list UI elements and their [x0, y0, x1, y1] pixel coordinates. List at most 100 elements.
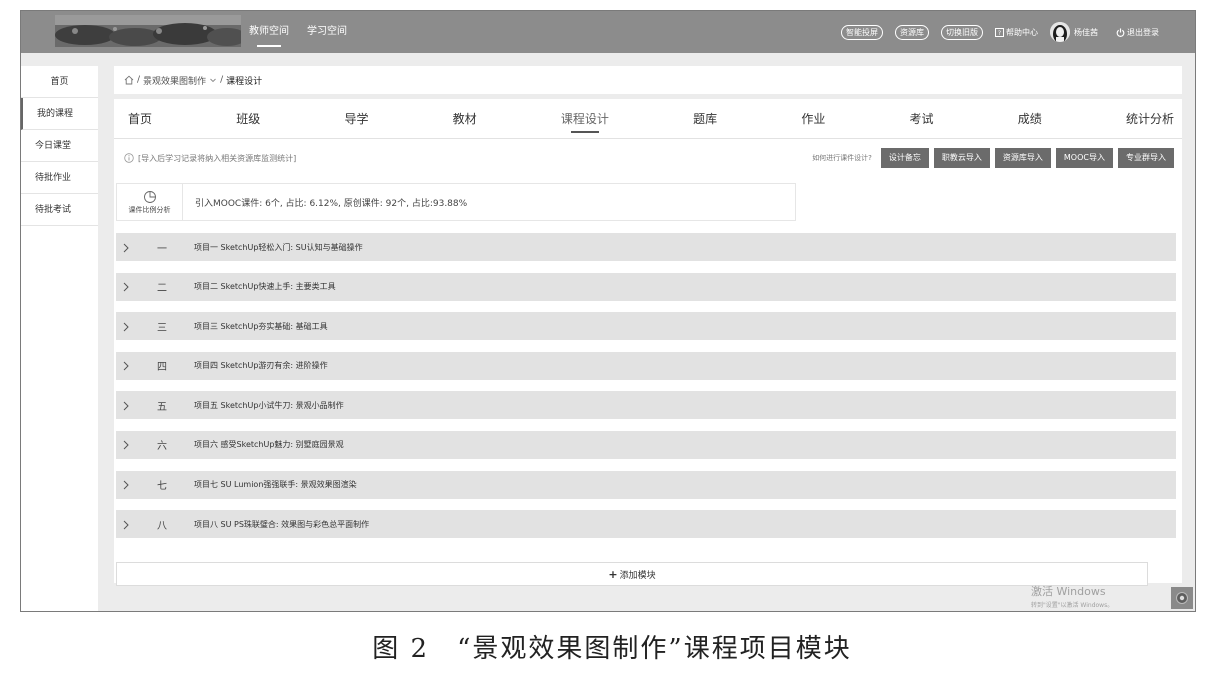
module-number: 一 [157, 243, 167, 255]
chevron-right-icon[interactable] [116, 317, 136, 336]
sidebar-item-today-class[interactable]: 今日课堂 [21, 130, 98, 162]
tab-exam[interactable]: 考试 [910, 99, 934, 139]
tab-guide[interactable]: 导学 [344, 99, 368, 139]
tab-homework[interactable]: 作业 [801, 99, 825, 139]
mooc-import-button[interactable]: MOOC导入 [1055, 148, 1113, 168]
topnav-learning-space[interactable]: 学习空间 [307, 11, 347, 53]
sidebar-item-pending-exams[interactable]: 待批考试 [21, 194, 98, 226]
how-to-design-link[interactable]: 如何进行课件设计? [812, 153, 872, 163]
chevron-right-icon[interactable] [116, 356, 136, 375]
tab-class[interactable]: 班级 [236, 99, 260, 139]
user-name[interactable]: 杨佳茜 [1074, 27, 1098, 38]
module-row[interactable]: 六 项目六 感受SketchUp魅力: 别墅庭园景观 [116, 430, 1176, 459]
module-number: 三 [157, 322, 167, 334]
import-actions: 如何进行课件设计? 设计备忘 职教云导入 资源库导入 MOOC导入 专业群导入 [812, 148, 1174, 168]
tab-textbook[interactable]: 教材 [453, 99, 477, 139]
chevron-right-icon[interactable] [116, 396, 136, 415]
module-number: 五 [157, 401, 167, 413]
watermark-line2: 转到"设置"以激活 Windows。 [1031, 602, 1114, 609]
module-title: 项目八 SU PS珠联璧合: 效果图与彩色总平面制作 [194, 519, 370, 529]
watermark-line1: 激活 Windows [1031, 585, 1106, 598]
tab-question-bank[interactable]: 题库 [693, 99, 717, 139]
help-center-label: 帮助中心 [1006, 27, 1038, 37]
courseware-ratio-panel: 课件比例分析 引入MOOC课件: 6个, 占比: 6.12%, 原创课件: 92… [116, 183, 796, 221]
tab-statistics[interactable]: 统计分析 [1126, 99, 1174, 139]
sidebar-item-home[interactable]: 首页 [21, 66, 98, 98]
breadcrumb-separator: / [220, 75, 224, 85]
module-title: 项目一 SketchUp轻松入门: SU认知与基础操作 [194, 242, 363, 252]
figure-caption: 图 2 “景观效果图制作”课程项目模块 [372, 634, 852, 664]
design-memo-button[interactable]: 设计备忘 [880, 148, 929, 168]
avatar[interactable] [1050, 22, 1070, 42]
tab-home[interactable]: 首页 [128, 99, 152, 139]
smart-cast-button[interactable]: 智能投屏 [841, 24, 883, 40]
power-icon [1116, 27, 1125, 37]
module-title: 项目二 SketchUp快速上手: 主要类工具 [194, 282, 336, 292]
chevron-right-icon[interactable] [116, 515, 136, 534]
breadcrumb-current: 课程设计 [226, 76, 263, 87]
add-module-label: 添加模块 [619, 570, 656, 581]
switch-old-version-button[interactable]: 切换旧版 [941, 24, 983, 40]
ratio-analysis-button[interactable]: 课件比例分析 [117, 184, 183, 220]
sidebar: 首页 我的课程 今日课堂 待批作业 待批考试 [21, 66, 98, 611]
logout-button[interactable]: 退出登录 [1116, 27, 1159, 38]
module-row[interactable]: 一 项目一 SketchUp轻松入门: SU认知与基础操作 [116, 233, 1176, 261]
top-bar: 教师空间 学习空间 智能投屏 资源库 切换旧版 ? 帮助中心 杨佳茜 退出登录 [21, 11, 1195, 53]
resource-library-import-button[interactable]: 资源库导入 [994, 148, 1051, 168]
breadcrumb-course[interactable]: 景观效果图制作 [143, 74, 206, 87]
browser-icon [1176, 592, 1188, 604]
major-group-import-button[interactable]: 专业群导入 [1118, 148, 1174, 168]
top-nav: 教师空间 学习空间 [249, 11, 365, 53]
chevron-right-icon[interactable] [116, 435, 136, 454]
chevron-right-icon[interactable] [116, 238, 136, 257]
info-icon [124, 153, 134, 163]
import-notice: [导入后学习记录将纳入相关资源库监测统计] [138, 153, 297, 163]
zjy-import-button[interactable]: 职教云导入 [933, 148, 990, 168]
resource-library-button[interactable]: 资源库 [895, 24, 929, 40]
help-center-link[interactable]: ? 帮助中心 [995, 27, 1038, 38]
module-row[interactable]: 五 项目五 SketchUp小试牛刀: 景观小品制作 [116, 391, 1176, 420]
top-right-tools: 智能投屏 资源库 切换旧版 ? 帮助中心 杨佳茜 退出登录 [829, 11, 1159, 53]
module-number: 四 [157, 362, 167, 374]
module-row[interactable]: 八 项目八 SU PS珠联璧合: 效果图与彩色总平面制作 [116, 510, 1176, 539]
breadcrumb: / 景观效果图制作 / 课程设计 [114, 66, 1182, 94]
module-title: 项目三 SketchUp夯实基础: 基础工具 [194, 321, 328, 331]
pie-chart-icon [143, 190, 156, 203]
svg-text:?: ? [998, 30, 1001, 37]
chevron-right-icon[interactable] [116, 277, 136, 296]
help-icon: ? [995, 27, 1004, 37]
breadcrumb-separator: / [137, 75, 141, 85]
banner-image [55, 15, 241, 47]
info-bar: [导入后学习记录将纳入相关资源库监测统计] 如何进行课件设计? 设计备忘 职教云… [114, 139, 1182, 177]
corner-widget-button[interactable] [1171, 587, 1193, 609]
chevron-down-icon[interactable] [209, 76, 217, 84]
app-window: 教师空间 学习空间 智能投屏 资源库 切换旧版 ? 帮助中心 杨佳茜 退出登录 … [20, 10, 1196, 612]
module-title: 项目七 SU Lumion强强联手: 景观效果图渲染 [194, 480, 357, 490]
windows-activation-watermark: 激活 Windows 转到"设置"以激活 Windows。 [1031, 583, 1113, 609]
module-row[interactable]: 二 项目二 SketchUp快速上手: 主要类工具 [116, 272, 1176, 301]
sidebar-item-pending-homework[interactable]: 待批作业 [21, 162, 98, 194]
module-row[interactable]: 七 项目七 SU Lumion强强联手: 景观效果图渲染 [116, 470, 1176, 499]
tab-course-design[interactable]: 课程设计 [561, 99, 609, 139]
chevron-right-icon[interactable] [116, 475, 136, 494]
module-row[interactable]: 四 项目四 SketchUp游刃有余: 进阶操作 [116, 351, 1176, 380]
module-number: 七 [157, 481, 167, 493]
module-title: 项目四 SketchUp游刃有余: 进阶操作 [194, 361, 328, 371]
logout-label: 退出登录 [1127, 27, 1159, 37]
module-title: 项目六 感受SketchUp魅力: 别墅庭园景观 [194, 440, 344, 450]
module-number: 二 [157, 283, 167, 295]
course-tabs: 首页 班级 导学 教材 课程设计 题库 作业 考试 成绩 统计分析 [114, 99, 1182, 139]
plus-icon: + [608, 567, 618, 581]
module-title: 项目五 SketchUp小试牛刀: 景观小品制作 [194, 400, 344, 410]
tab-grades[interactable]: 成绩 [1018, 99, 1042, 139]
home-icon[interactable] [124, 75, 134, 85]
module-row[interactable]: 三 项目三 SketchUp夯实基础: 基础工具 [116, 312, 1176, 341]
module-number: 八 [157, 520, 167, 532]
sidebar-item-my-courses[interactable]: 我的课程 [21, 98, 98, 130]
ratio-summary: 引入MOOC课件: 6个, 占比: 6.12%, 原创课件: 92个, 占比:9… [195, 198, 468, 209]
main-panel: 首页 班级 导学 教材 课程设计 题库 作业 考试 成绩 统计分析 [导入后学习… [114, 99, 1182, 586]
module-list: 一 项目一 SketchUp轻松入门: SU认知与基础操作二 项目二 SketchU… [114, 233, 1182, 539]
topnav-teacher-space[interactable]: 教师空间 [249, 11, 289, 53]
add-module-button[interactable]: + 添加模块 [116, 562, 1148, 586]
ratio-analysis-label: 课件比例分析 [128, 205, 171, 214]
